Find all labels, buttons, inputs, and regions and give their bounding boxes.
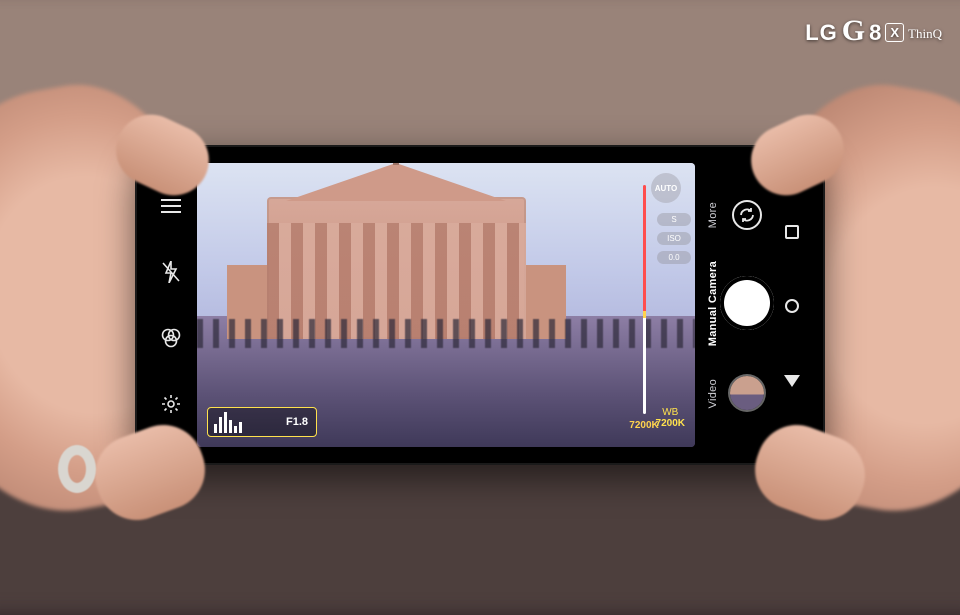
wb-readout: WB 7200K xyxy=(656,407,685,429)
back-icon[interactable] xyxy=(784,375,800,387)
recent-apps-icon[interactable] xyxy=(785,225,799,239)
left-toolbar xyxy=(145,155,197,455)
flash-off-icon[interactable] xyxy=(157,258,185,286)
shutter-button[interactable] xyxy=(720,276,774,330)
ring-jewelry xyxy=(58,445,96,493)
phone-body: F1.8 AUTO S ISO 0.0 7200K WB 7200K More … xyxy=(135,145,825,465)
chip-iso[interactable]: ISO xyxy=(657,232,691,245)
product-logo: LG G 8 X ThinQ xyxy=(805,14,942,48)
logo-lg: LG xyxy=(805,20,838,46)
mode-manual[interactable]: Manual Camera xyxy=(707,261,719,346)
mode-video[interactable]: Video xyxy=(707,379,719,408)
filters-icon[interactable] xyxy=(157,324,185,352)
logo-g: G xyxy=(842,14,865,48)
switch-camera-icon[interactable] xyxy=(732,200,762,230)
hist-bar xyxy=(224,412,227,433)
wb-value: 7200K xyxy=(656,418,685,429)
android-nav xyxy=(777,155,807,455)
mode-more[interactable]: More xyxy=(707,202,719,228)
scene-crowd xyxy=(197,319,695,347)
hist-bar xyxy=(229,420,232,433)
scene-opera-house xyxy=(267,197,526,339)
settings-icon[interactable] xyxy=(157,390,185,418)
menu-icon[interactable] xyxy=(157,192,185,220)
aperture-value: F1.8 xyxy=(286,416,308,428)
hist-bar xyxy=(219,417,222,434)
right-cluster: More Manual Camera Video xyxy=(695,155,815,455)
logo-x: X xyxy=(885,23,904,42)
chip-ev[interactable]: 0.0 xyxy=(657,251,691,264)
gallery-thumbnail[interactable] xyxy=(730,376,764,410)
hist-bar xyxy=(234,426,237,433)
hist-bar xyxy=(214,424,217,433)
logo-8: 8 xyxy=(869,20,881,46)
param-chips: S ISO 0.0 xyxy=(657,213,691,264)
phone-screen: F1.8 AUTO S ISO 0.0 7200K WB 7200K More … xyxy=(145,155,815,455)
histogram[interactable]: F1.8 xyxy=(207,407,317,437)
hist-bar xyxy=(239,422,242,433)
capture-controls xyxy=(725,155,769,455)
home-icon[interactable] xyxy=(785,299,799,313)
chip-shutter[interactable]: S xyxy=(657,213,691,226)
wb-label: WB xyxy=(656,407,685,418)
camera-viewfinder[interactable] xyxy=(197,163,695,447)
logo-thinq: ThinQ xyxy=(908,26,942,42)
auto-chip[interactable]: AUTO xyxy=(651,173,681,203)
